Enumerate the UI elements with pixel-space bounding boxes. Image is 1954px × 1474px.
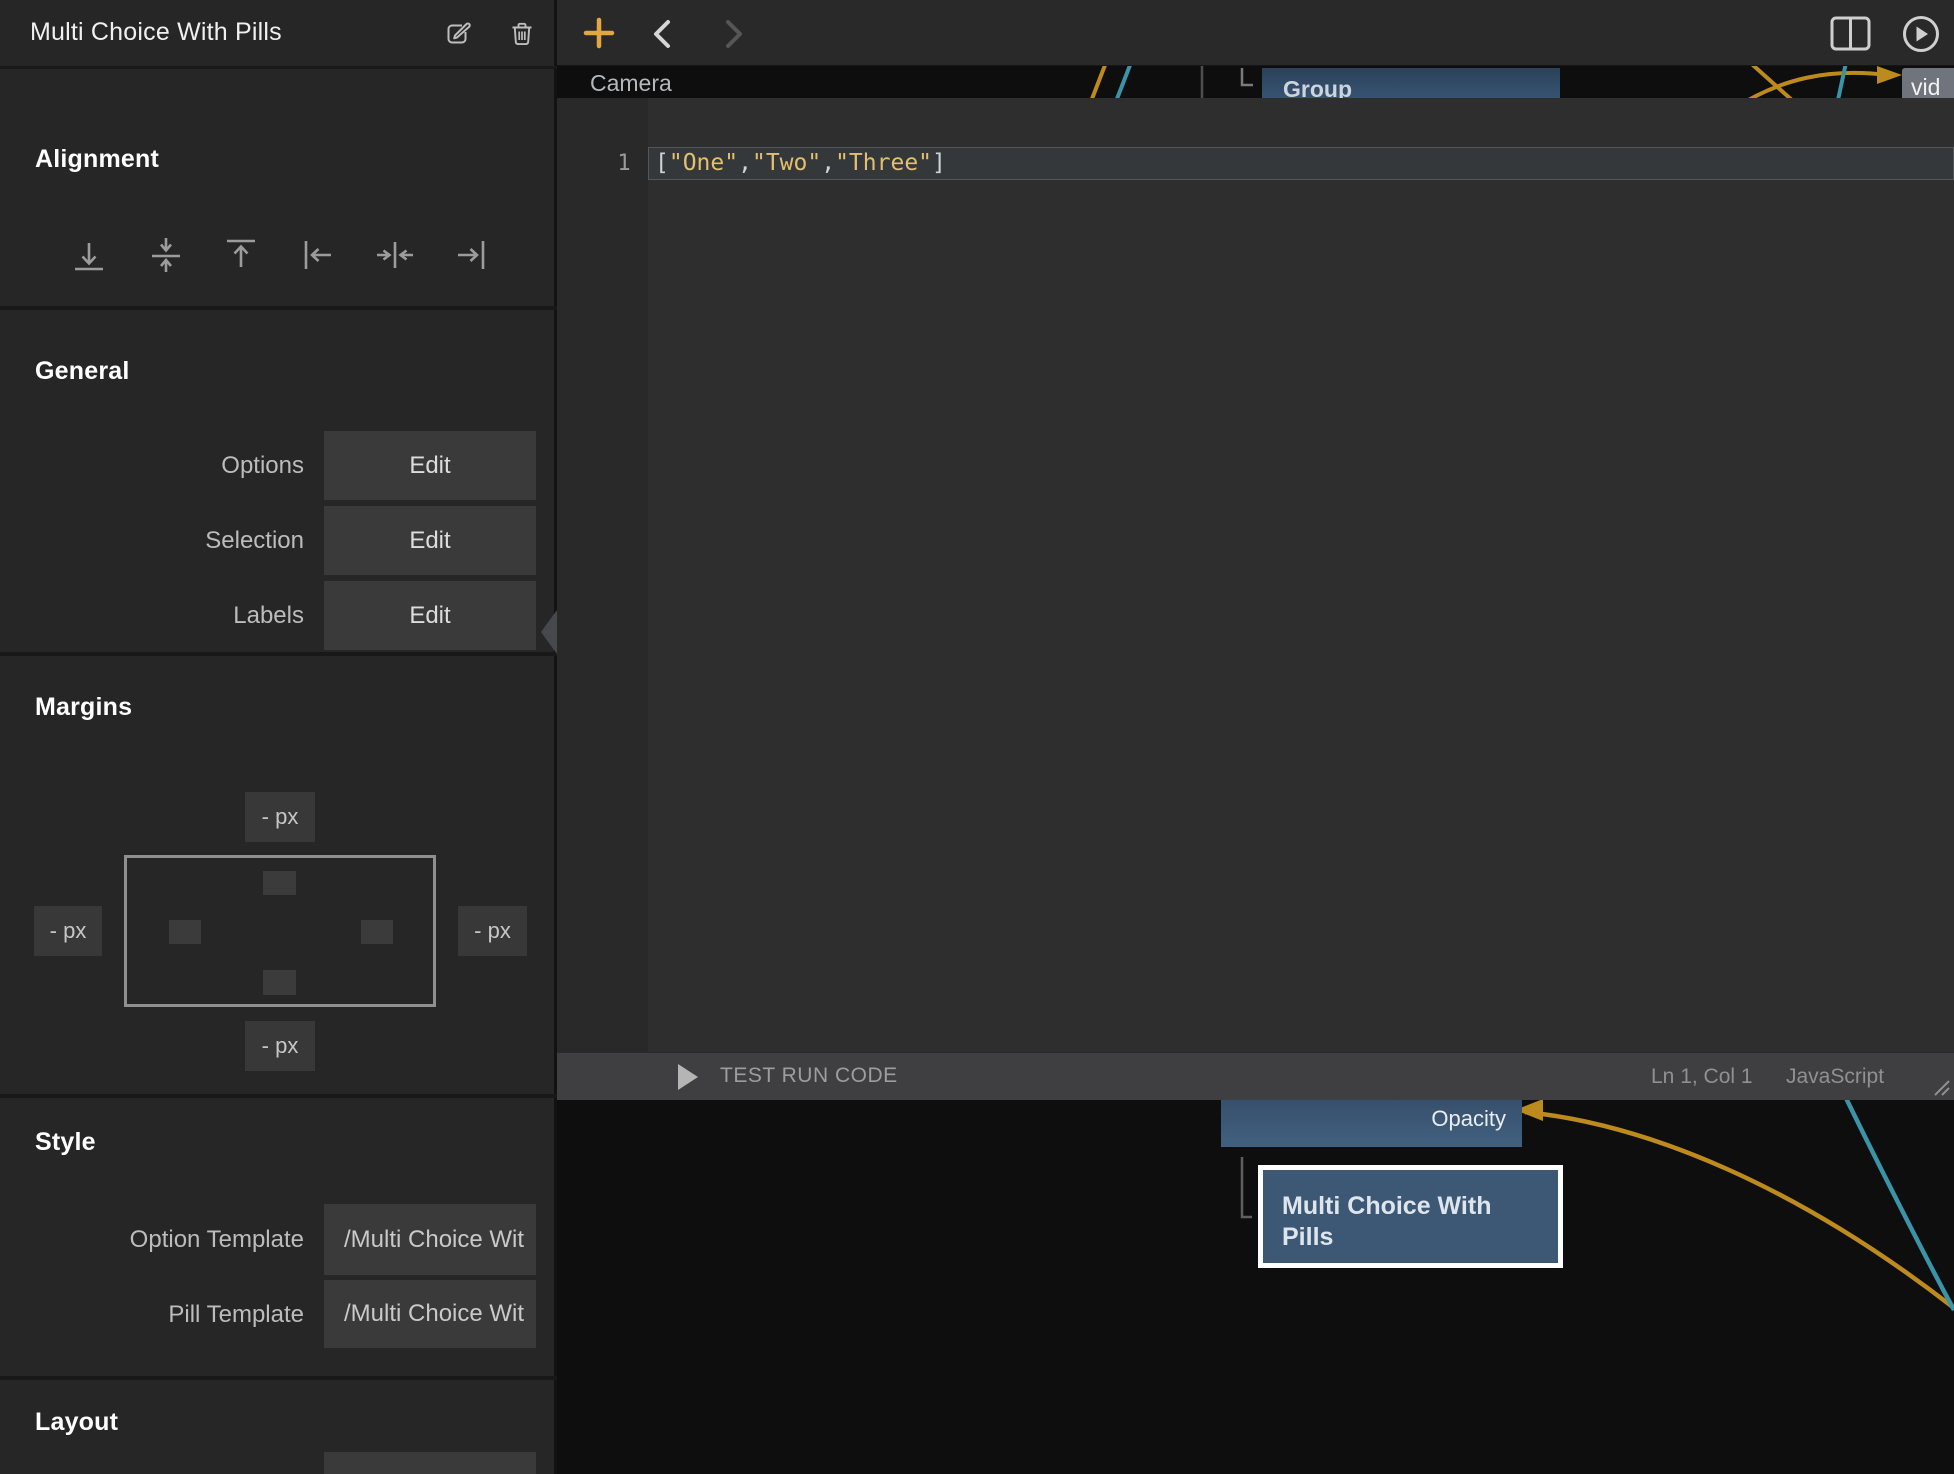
alignment-heading: Alignment <box>35 145 159 174</box>
split-view-icon[interactable] <box>1828 15 1872 53</box>
margin-left-field[interactable]: - px <box>34 906 102 956</box>
selection-edit-button[interactable]: Edit <box>324 506 536 575</box>
options-label: Options <box>0 452 304 480</box>
property-panel: Multi Choice With Pills Alignment <box>0 0 557 1474</box>
align-top-icon[interactable] <box>221 235 261 275</box>
pill-template-label: Pill Template <box>0 1301 304 1329</box>
code-token: "One" <box>669 150 738 176</box>
panel-header: Multi Choice With Pills <box>0 0 557 69</box>
code-token: "Three" <box>835 150 932 176</box>
align-center-horizontal-icon[interactable] <box>375 235 415 275</box>
margin-handle-left <box>169 920 201 944</box>
edit-icon[interactable] <box>445 20 473 48</box>
code-token: ] <box>932 150 946 176</box>
editor-gutter <box>557 98 648 1100</box>
chevron-left-icon[interactable] <box>645 14 681 54</box>
popup-arrow-notch <box>541 610 557 654</box>
option-template-value[interactable]: /Multi Choice Wit <box>324 1204 536 1275</box>
node-camera[interactable]: Camera <box>590 70 672 97</box>
cursor-position-status: Ln 1, Col 1 <box>1651 1065 1753 1089</box>
margin-bottom-field[interactable]: - px <box>245 1021 315 1071</box>
margin-handle-top <box>263 871 296 895</box>
align-center-vertical-icon[interactable] <box>146 235 186 275</box>
chevron-right-icon[interactable] <box>715 14 751 54</box>
plus-icon[interactable] <box>574 8 624 58</box>
app-window: Multi Choice With Pills Alignment <box>0 0 1954 1474</box>
code-token: , <box>821 150 835 176</box>
node-multi-choice-with-pills-selected[interactable]: Multi Choice With Pills <box>1258 1165 1563 1268</box>
code-token: "Two" <box>752 150 821 176</box>
layout-heading: Layout <box>35 1408 118 1437</box>
general-heading: General <box>35 357 130 386</box>
play-icon[interactable] <box>1901 14 1941 54</box>
margin-handle-bottom <box>263 970 296 995</box>
language-status: JavaScript <box>1786 1065 1884 1089</box>
options-edit-button[interactable]: Edit <box>324 431 536 500</box>
run-play-icon[interactable] <box>678 1064 698 1090</box>
trash-icon[interactable] <box>508 20 536 48</box>
margin-handle-right <box>361 920 393 944</box>
labels-label: Labels <box>0 602 304 630</box>
layout-partial-field[interactable] <box>324 1452 536 1474</box>
align-left-icon[interactable] <box>298 235 338 275</box>
style-heading: Style <box>35 1128 96 1157</box>
labels-edit-button[interactable]: Edit <box>324 581 536 650</box>
margin-top-field[interactable]: - px <box>245 792 315 842</box>
resize-grip[interactable] <box>1927 1079 1951 1097</box>
code-line-input[interactable]: ["One","Two","Three"] <box>655 147 946 180</box>
pill-template-value[interactable]: /Multi Choice Wit <box>324 1280 536 1348</box>
editor-footer: TEST RUN CODE Ln 1, Col 1 JavaScript <box>557 1052 1954 1100</box>
section-divider <box>0 1376 557 1380</box>
line-number: 1 <box>609 147 639 180</box>
margins-diagram <box>124 855 436 1007</box>
component-title: Multi Choice With Pills <box>30 18 282 47</box>
code-token: [ <box>655 150 669 176</box>
section-divider <box>0 652 557 656</box>
code-editor-popup: 1 ["One","Two","Three"] TEST RUN CODE Ln… <box>557 98 1954 1100</box>
align-bottom-icon[interactable] <box>69 235 109 275</box>
option-template-label: Option Template <box>0 1226 304 1254</box>
selection-label: Selection <box>0 527 304 555</box>
align-right-icon[interactable] <box>451 235 491 275</box>
section-divider <box>0 1094 557 1098</box>
code-token: , <box>738 150 752 176</box>
margin-right-field[interactable]: - px <box>458 906 527 956</box>
node-label-line2: Pills <box>1282 1222 1558 1253</box>
node-opacity[interactable]: Opacity <box>1221 1100 1522 1147</box>
test-run-code-button[interactable]: TEST RUN CODE <box>720 1064 898 1088</box>
node-label-line1: Multi Choice With <box>1282 1191 1558 1222</box>
margins-heading: Margins <box>35 693 132 722</box>
section-divider <box>0 306 557 310</box>
canvas-toolbar <box>557 0 1954 66</box>
